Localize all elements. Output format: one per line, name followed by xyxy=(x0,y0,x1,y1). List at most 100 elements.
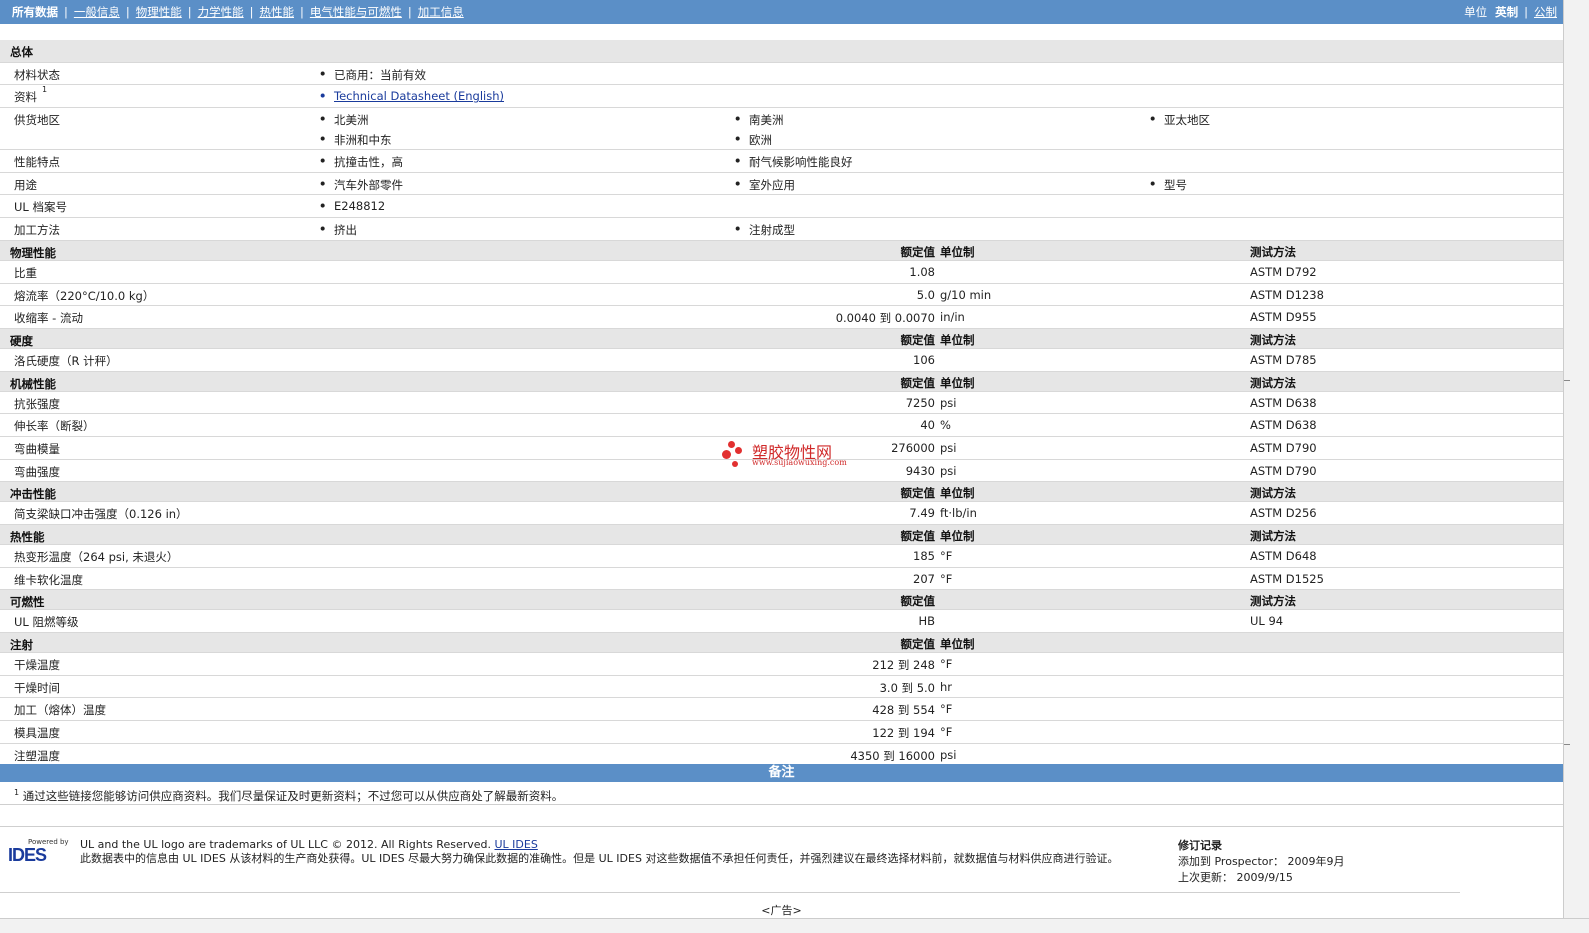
property-method: ASTM D785 xyxy=(1250,352,1317,367)
property-unit: ft·lb/in xyxy=(940,506,977,521)
property-unit: g/10 min xyxy=(940,287,992,302)
col-value-header: 额定值 xyxy=(900,486,936,501)
col-method-header: 测试方法 xyxy=(1250,244,1296,259)
property-method: ASTM D1238 xyxy=(1250,287,1324,302)
bullet-item: 亚太地区 xyxy=(1149,112,1210,128)
revision-updated: 上次更新： 2009/9/15 xyxy=(1178,871,1293,884)
bullet-item: 室外应用 xyxy=(734,177,795,193)
bullet-item: 注射成型 xyxy=(734,222,795,238)
property-method: ASTM D638 xyxy=(1250,418,1317,433)
property-unit: psi xyxy=(940,440,957,455)
property-unit: °F xyxy=(940,725,953,740)
col-value-header: 额定值 xyxy=(900,529,936,543)
property-unit: °F xyxy=(940,549,953,563)
col-value-header: 额定值 xyxy=(900,375,936,390)
general-row-label: 加工方法 xyxy=(14,223,60,238)
col-value-header: 额定值 xyxy=(900,332,936,347)
property-unit: °F xyxy=(940,657,953,672)
property-method: ASTM D638 xyxy=(1250,395,1317,410)
col-method-header: 测试方法 xyxy=(1250,594,1296,609)
disclaimer-text: 此数据表中的信息由 UL IDES 从该材料的生产商处获得。UL IDES 尽最… xyxy=(80,852,1119,865)
property-value: 5.0 xyxy=(916,287,935,302)
bullet-item: 耐气候影响性能良好 xyxy=(734,154,852,170)
bullet-item: 汽车外部零件 xyxy=(319,177,403,193)
ad-placeholder: <广告> xyxy=(761,904,802,917)
tab-5[interactable]: 电气性能与可燃性 xyxy=(310,4,402,20)
property-label: 伸长率（断裂） xyxy=(14,419,95,434)
col-method-header: 测试方法 xyxy=(1250,332,1296,347)
property-row: 洛氏硬度（R 计秤） 106 ASTM D785 xyxy=(0,349,1563,372)
units-current: 英制 xyxy=(1495,5,1519,19)
property-label: 收缩率 - 流动 xyxy=(14,311,83,326)
property-value: 40 xyxy=(920,418,935,433)
tab-2[interactable]: 物理性能 xyxy=(136,4,182,20)
footnote-ref: 1 xyxy=(42,85,48,95)
general-row-label: UL 档案号 xyxy=(14,200,67,215)
property-unit: psi xyxy=(940,395,957,410)
property-label: 热变形温度（264 psi, 未退火） xyxy=(14,550,179,564)
general-row: UL 档案号 E248812 xyxy=(0,195,1563,219)
unit-switcher: 单位 英制 | 公制 xyxy=(1464,4,1557,20)
general-row: 性能特点 抗撞击性，高 耐气候影响性能良好 xyxy=(0,150,1563,173)
general-row-label: 用途 xyxy=(14,177,37,192)
property-row: 伸长率（断裂） 40% ASTM D638 xyxy=(0,414,1563,437)
section-title: 可燃性 xyxy=(10,595,45,610)
property-label: 弯曲强度 xyxy=(14,464,60,479)
property-label: UL 阻燃等级 xyxy=(14,615,79,630)
page-scrollbar[interactable] xyxy=(1563,0,1589,932)
property-label: 比重 xyxy=(14,265,37,280)
ides-logo[interactable]: Powered by IDES xyxy=(8,838,72,866)
horizontal-scrollbar[interactable] xyxy=(0,918,1589,933)
footnote: 1 通过这些链接您能够访问供应商资料。我们尽量保证及时更新资料；不过您可以从供应… xyxy=(14,788,564,803)
units-metric-link[interactable]: 公制 xyxy=(1534,4,1557,20)
general-row-label: 性能特点 xyxy=(14,155,60,170)
datasheet-link[interactable]: Technical Datasheet (English) xyxy=(319,89,504,103)
units-label: 单位 xyxy=(1464,5,1488,19)
tab-0[interactable]: 所有数据 xyxy=(12,4,58,20)
section-title: 物理性能 xyxy=(10,245,56,260)
property-value: 0.0040 到 0.0070 xyxy=(835,311,935,326)
property-unit: psi xyxy=(940,463,957,478)
property-method: ASTM D955 xyxy=(1250,310,1317,325)
property-unit: °F xyxy=(940,571,953,586)
tab-4[interactable]: 热性能 xyxy=(260,4,295,20)
property-value: 276000 xyxy=(891,440,935,455)
general-row-label: 材料状态 xyxy=(14,67,60,82)
property-label: 加工（熔体）温度 xyxy=(14,703,106,718)
property-value: HB xyxy=(918,614,935,629)
bullet-item: 型号 xyxy=(1149,177,1187,193)
bullet-item: 北美洲 xyxy=(319,112,368,128)
property-label: 抗张强度 xyxy=(14,396,60,411)
tab-1[interactable]: 一般信息 xyxy=(74,4,120,20)
bullet-item: 已商用：当前有效 xyxy=(319,67,426,83)
property-value: 1.08 xyxy=(909,264,935,279)
property-label: 弯曲模量 xyxy=(14,441,60,456)
top-nav-bar: 所有数据 | 一般信息 | 物理性能 | 力学性能 | 热性能 | 电气性能与可燃性 | 加工信息 单位… xyxy=(0,0,1563,24)
section-header: 物理性能 额定值 单位制 测试方法 xyxy=(0,240,1563,261)
property-value: 122 到 194 xyxy=(872,726,935,741)
property-method: ASTM D790 xyxy=(1250,463,1317,478)
property-row: UL 阻燃等级 HB UL 94 xyxy=(0,610,1563,634)
property-method: UL 94 xyxy=(1250,614,1284,629)
property-unit: °F xyxy=(940,702,953,717)
section-header: 热性能 额定值 单位制 测试方法 xyxy=(0,525,1563,545)
col-unit-header: 单位制 xyxy=(940,529,975,543)
tab-3[interactable]: 力学性能 xyxy=(198,4,244,20)
section-header: 冲击性能 额定值 单位制 测试方法 xyxy=(0,482,1563,503)
col-method-header: 测试方法 xyxy=(1250,486,1296,501)
property-value: 185 xyxy=(913,549,935,563)
general-row: 材料状态 已商用：当前有效 xyxy=(0,63,1563,86)
property-row: 热变形温度（264 psi, 未退火） 185 °F ASTM D648 xyxy=(0,545,1563,568)
property-row: 模具温度 122 到 194 °F xyxy=(0,721,1563,744)
bullet-item: E248812 xyxy=(319,199,385,213)
revision-added: 添加到 Prospector： 2009年9月 xyxy=(1178,855,1345,868)
tab-6[interactable]: 加工信息 xyxy=(418,4,464,20)
ul-ides-link[interactable]: UL IDES xyxy=(495,838,538,851)
property-label: 干燥时间 xyxy=(14,680,60,695)
property-row: 比重 1.08 ASTM D792 xyxy=(0,261,1563,284)
property-method: ASTM D1525 xyxy=(1250,571,1324,586)
property-row: 维卡软化温度 207 °F ASTM D1525 xyxy=(0,568,1563,591)
general-row-label: 供货地区 xyxy=(14,113,60,128)
bullet-item: 欧洲 xyxy=(734,132,772,148)
section-title: 注射 xyxy=(10,638,33,653)
